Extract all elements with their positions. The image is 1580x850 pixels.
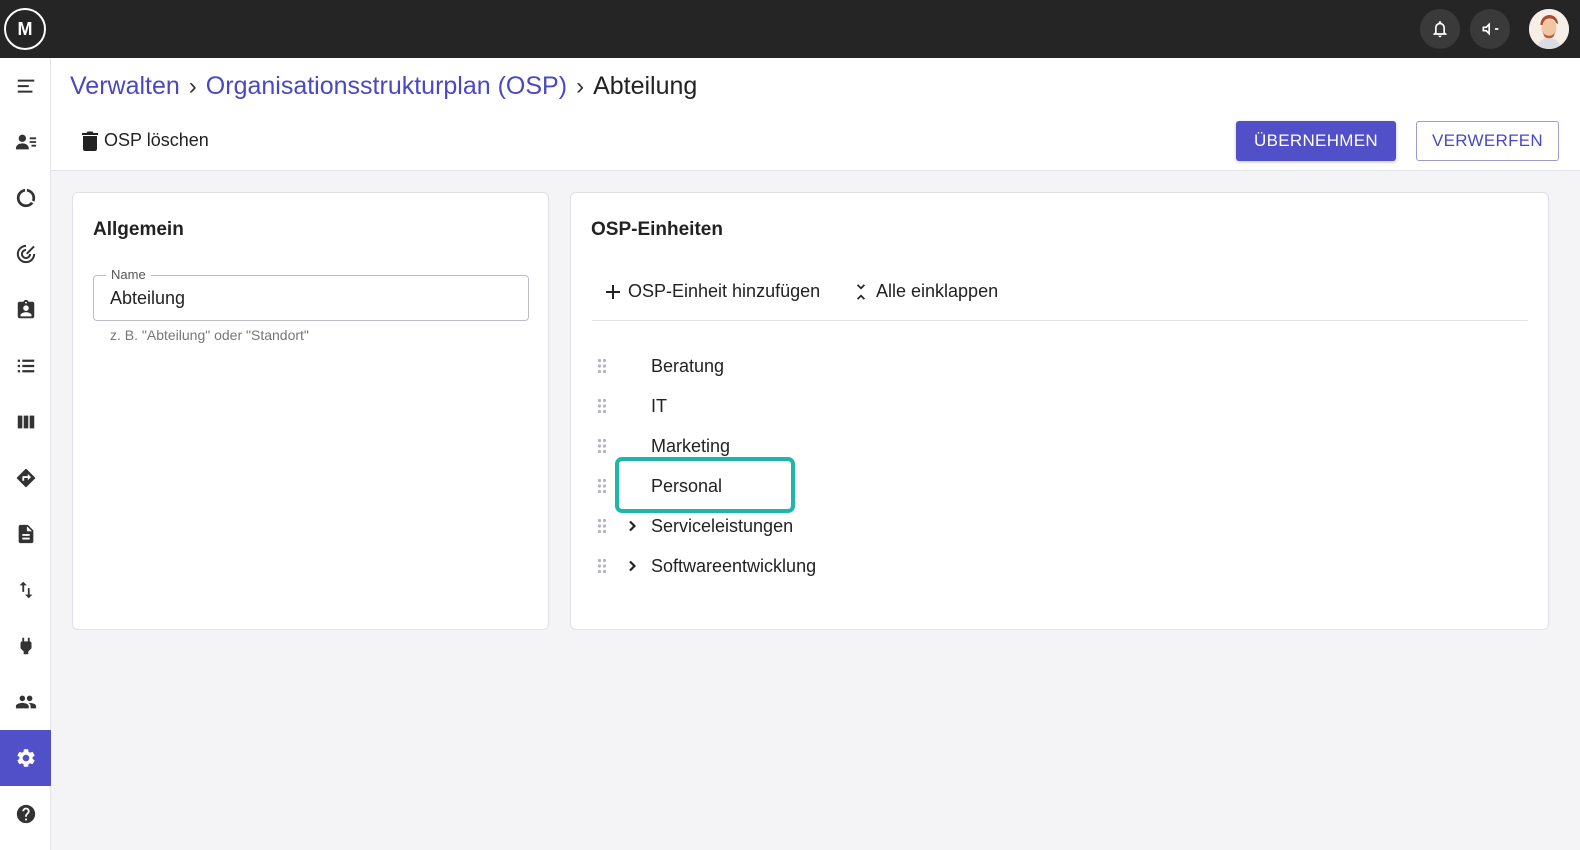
drag-handle-icon[interactable]	[591, 558, 613, 574]
tree-item[interactable]: Softwareentwicklung	[591, 546, 1191, 586]
bell-icon	[1433, 21, 1447, 38]
expand-chevron-icon[interactable]	[613, 560, 651, 572]
people-icon	[15, 695, 36, 709]
sidebar-item-board[interactable]	[0, 394, 51, 450]
sidebar-item-goals[interactable]	[0, 226, 51, 282]
tree-item[interactable]: IT	[591, 386, 1191, 426]
general-card: Allgemein Name Abteilung z. B. "Abteilun…	[72, 192, 549, 630]
drag-handle-icon[interactable]	[591, 398, 613, 414]
sidebar-item-users[interactable]	[0, 674, 51, 730]
sidebar-item-tasks[interactable]	[0, 282, 51, 338]
sidebar-item-analytics[interactable]	[0, 170, 51, 226]
sidebar-item-contacts[interactable]	[0, 114, 51, 170]
plug-icon	[20, 637, 31, 655]
list-icon	[17, 359, 34, 373]
add-osp-unit-label: OSP-Einheit hinzufügen	[628, 281, 821, 301]
tree-item-label: Beratung	[651, 355, 725, 376]
add-osp-unit-button[interactable]: OSP-Einheit hinzufügen	[605, 281, 820, 302]
page-header: Verwalten › Organisationsstrukturplan (O…	[51, 58, 1580, 171]
breadcrumb-item-verwalten[interactable]: Verwalten	[70, 72, 180, 101]
swap-vertical-icon	[19, 581, 32, 599]
announcements-button[interactable]	[1470, 9, 1510, 49]
contacts-icon	[15, 134, 36, 150]
breadcrumb-item-osp[interactable]: Organisationsstrukturplan (OSP)	[206, 72, 567, 101]
drag-handle-icon[interactable]	[591, 358, 613, 374]
chevron-right-icon: ›	[188, 72, 197, 100]
sidebar-item-import-export[interactable]	[0, 562, 51, 618]
sidebar-item-documents[interactable]	[0, 506, 51, 562]
tree-item-label: Marketing	[651, 435, 731, 456]
breadcrumb-item-current: Abteilung	[593, 72, 698, 100]
general-card-title: Allgemein	[93, 219, 184, 240]
user-avatar[interactable]	[1529, 9, 1569, 49]
name-field-hint: z. B. "Abteilung" oder "Standort"	[110, 327, 309, 343]
collapse-all-button[interactable]: Alle einklappen	[853, 281, 998, 302]
delete-osp-label: OSP löschen	[104, 130, 209, 150]
drag-handle-icon[interactable]	[591, 518, 613, 534]
donut-chart-icon	[16, 188, 35, 208]
target-icon	[16, 244, 35, 264]
sidebar-item-settings[interactable]	[0, 730, 51, 786]
menu-collapse-icon	[17, 79, 34, 93]
discard-button[interactable]: VERWERFEN	[1416, 121, 1559, 161]
sidebar-item-integrations[interactable]	[0, 618, 51, 674]
name-field[interactable]: Name Abteilung	[93, 267, 529, 321]
tree-item-label: Softwareentwicklung	[651, 555, 817, 576]
tree-item-label: Serviceleistungen	[651, 515, 794, 536]
sidebar-item-help[interactable]	[0, 786, 51, 842]
osp-units-title: OSP-Einheiten	[591, 219, 723, 240]
settings-icon	[16, 749, 35, 767]
notifications-button[interactable]	[1420, 9, 1460, 49]
expand-chevron-icon[interactable]	[613, 520, 651, 532]
delete-osp-button[interactable]: OSP löschen	[82, 130, 209, 151]
collapse-all-label: Alle einklappen	[876, 281, 999, 301]
sidebar	[0, 58, 51, 850]
drag-handle-icon[interactable]	[591, 478, 613, 494]
name-field-label: Name	[106, 267, 151, 282]
breadcrumb: Verwalten › Organisationsstrukturplan (O…	[70, 72, 697, 101]
apply-button[interactable]: ÜBERNEHMEN	[1236, 121, 1396, 161]
columns-icon	[17, 415, 34, 429]
sidebar-item-directions[interactable]	[0, 450, 51, 506]
directions-icon	[16, 468, 35, 488]
chevron-right-icon: ›	[576, 72, 585, 100]
logo-text: M	[17, 18, 33, 39]
app-logo[interactable]: M	[4, 8, 46, 50]
document-icon	[18, 524, 33, 544]
sidebar-item-menu[interactable]	[0, 58, 51, 114]
avatar-image	[1529, 9, 1569, 49]
selection-highlight	[615, 457, 795, 513]
name-field-value: Abteilung	[110, 288, 186, 308]
trash-icon	[82, 131, 98, 151]
toolbar-divider	[592, 320, 1528, 321]
megaphone-icon	[1482, 22, 1499, 36]
drag-handle-icon[interactable]	[591, 438, 613, 454]
top-bar: M	[0, 0, 1580, 58]
tree-item-label: IT	[651, 395, 667, 416]
help-icon	[16, 804, 35, 824]
clipboard-icon	[17, 299, 34, 319]
tree-item[interactable]: Beratung	[591, 346, 1191, 386]
plus-icon	[606, 284, 620, 299]
collapse-all-icon	[857, 283, 865, 300]
osp-units-card: OSP-Einheiten OSP-Einheit hinzufügen All…	[570, 192, 1549, 630]
sidebar-item-list[interactable]	[0, 338, 51, 394]
